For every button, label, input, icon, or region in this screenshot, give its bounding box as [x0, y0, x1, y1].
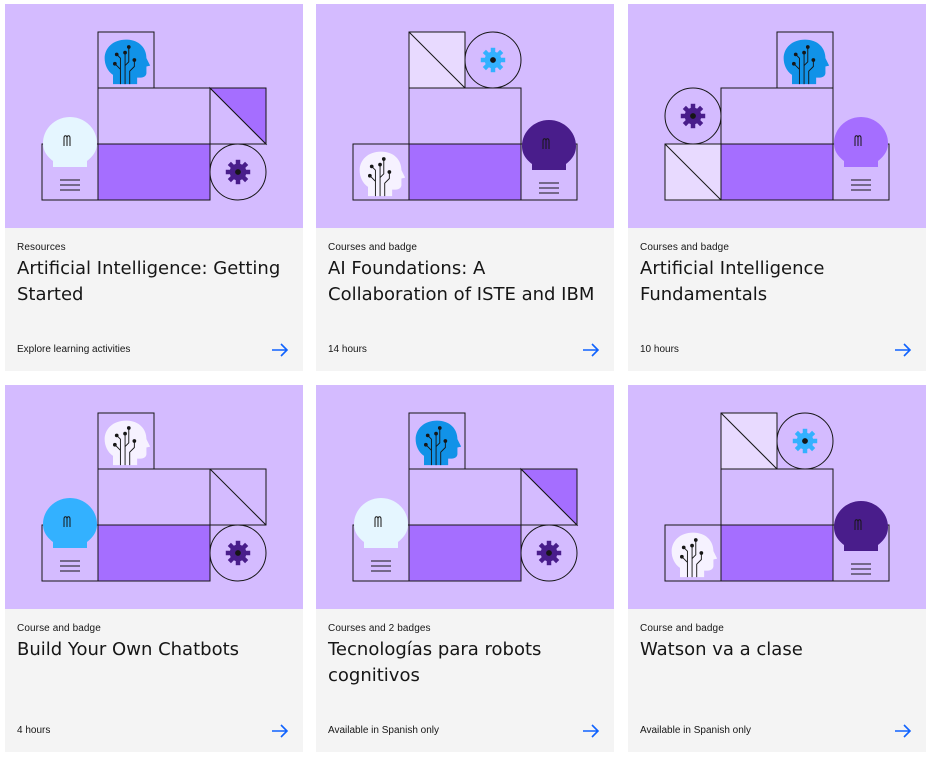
head-icon: [783, 39, 830, 85]
gear-icon: [480, 47, 506, 73]
head-icon: [104, 39, 151, 85]
card-title[interactable]: Tecnologías para robots cognitivos: [328, 637, 604, 689]
card-title[interactable]: Artificial Intelligence Fundamentals: [640, 256, 916, 308]
head-icon: [359, 151, 406, 197]
card-title[interactable]: Build Your Own Chatbots: [17, 637, 293, 663]
arrow-right-icon[interactable]: [894, 724, 912, 738]
illustration-svg: [664, 412, 890, 582]
card-title[interactable]: Artificial Intelligence: Getting Started: [17, 256, 293, 308]
course-card[interactable]: Courses and badge Artificial Intelligenc…: [628, 4, 926, 371]
arrow-right-icon[interactable]: [894, 343, 912, 357]
card-category: Courses and badge: [640, 242, 729, 253]
arrow-right-icon[interactable]: [271, 724, 289, 738]
gear-icon: [680, 103, 706, 129]
card-category: Courses and badge: [328, 242, 417, 253]
card-footer-text: Explore learning activities: [17, 344, 131, 355]
card-illustration: [5, 385, 303, 609]
card-category: Resources: [17, 242, 66, 253]
arrow-right-icon[interactable]: [271, 343, 289, 357]
gear-icon: [225, 159, 251, 185]
gear-icon: [225, 540, 251, 566]
card-title[interactable]: AI Foundations: A Collaboration of ISTE …: [328, 256, 604, 308]
lightbulb-icon: [521, 119, 577, 171]
card-title[interactable]: Watson va a clase: [640, 637, 916, 663]
card-illustration: [5, 4, 303, 228]
card-illustration: [628, 385, 926, 609]
card-footer-text: Available in Spanish only: [328, 725, 440, 736]
card-footer-text: Available in Spanish only: [640, 725, 752, 736]
card-footer-text: 4 hours: [17, 725, 51, 736]
gear-icon: [792, 428, 818, 454]
arrow-right-icon[interactable]: [582, 343, 600, 357]
course-card[interactable]: Courses and 2 badges Tecnologías para ro…: [316, 385, 614, 752]
lightbulb-icon: [42, 497, 98, 549]
illustration-svg: [41, 31, 268, 201]
card-category: Course and badge: [640, 623, 724, 634]
course-card[interactable]: Courses and badge AI Foundations: A Coll…: [316, 4, 614, 371]
lightbulb-icon: [833, 116, 889, 168]
arrow-right-icon[interactable]: [582, 724, 600, 738]
head-icon: [671, 532, 718, 578]
card-illustration: [316, 4, 614, 228]
illustration-svg: [352, 412, 579, 582]
head-icon: [104, 420, 151, 466]
illustration-svg: [664, 31, 890, 201]
course-card[interactable]: Course and badge Watson va a clase Avail…: [628, 385, 926, 752]
course-card[interactable]: Course and badge Build Your Own Chatbots…: [5, 385, 303, 752]
card-category: Courses and 2 badges: [328, 623, 431, 634]
head-icon: [415, 420, 462, 466]
course-card-grid: Resources Artificial Intelligence: Getti…: [0, 0, 931, 760]
lightbulb-icon: [353, 497, 409, 549]
gear-icon: [536, 540, 562, 566]
lightbulb-icon: [833, 500, 889, 552]
illustration-svg: [352, 31, 578, 201]
course-card[interactable]: Resources Artificial Intelligence: Getti…: [5, 4, 303, 371]
card-illustration: [316, 385, 614, 609]
card-illustration: [628, 4, 926, 228]
card-category: Course and badge: [17, 623, 101, 634]
card-footer-text: 14 hours: [328, 344, 367, 355]
illustration-svg: [41, 412, 267, 582]
lightbulb-icon: [42, 116, 98, 168]
card-footer-text: 10 hours: [640, 344, 679, 355]
